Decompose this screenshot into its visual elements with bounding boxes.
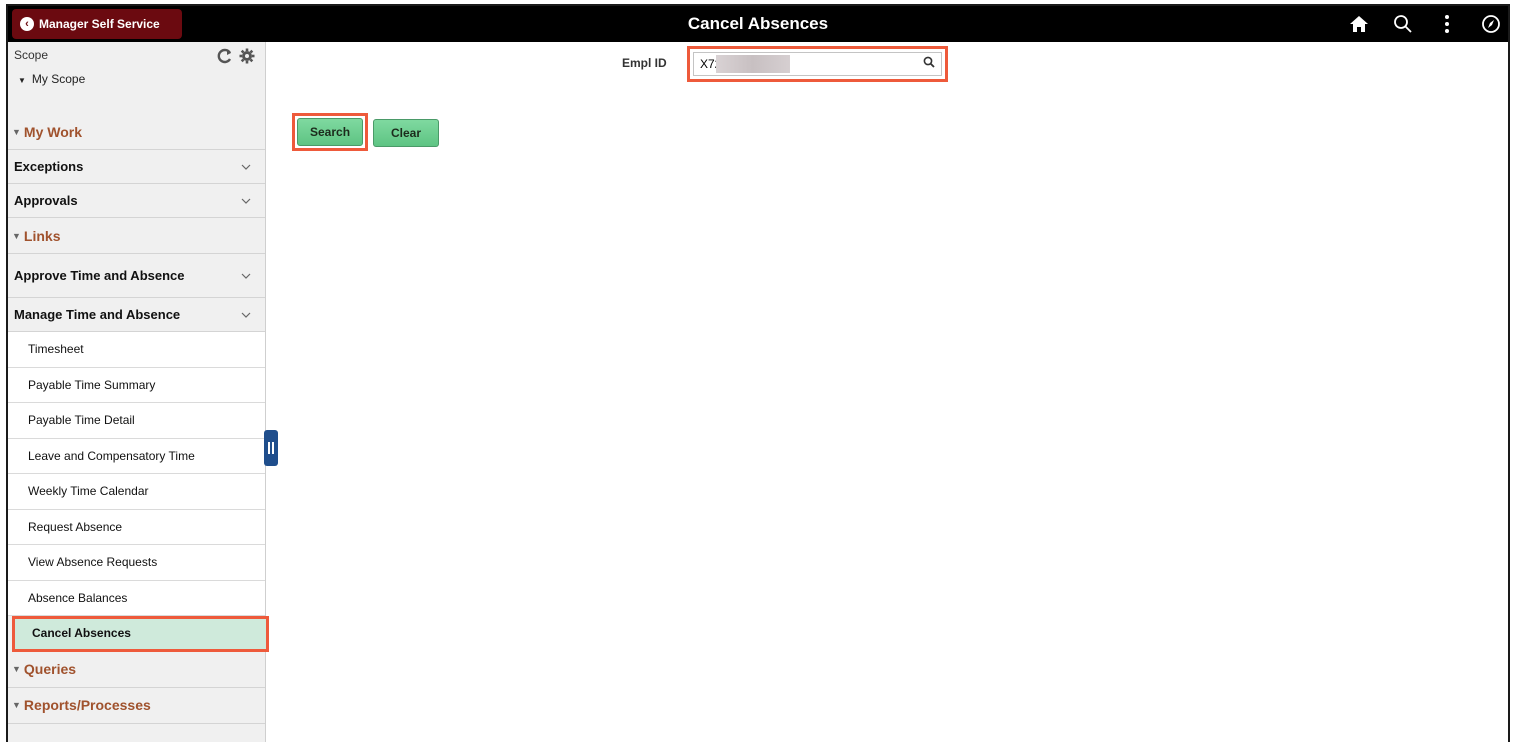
lookup-search-icon[interactable]: [923, 56, 935, 71]
refresh-icon[interactable]: [217, 48, 233, 69]
sidebar-item-payable-time-detail[interactable]: Payable Time Detail: [8, 403, 265, 439]
navbar-compass-icon[interactable]: [1480, 13, 1502, 35]
group-label: Approve Time and Absence: [14, 268, 185, 283]
home-icon[interactable]: [1348, 13, 1370, 35]
triangle-down-icon: ▼: [18, 76, 26, 85]
top-bar: ‹ Manager Self Service Cancel Absences: [8, 6, 1508, 42]
triangle-down-icon: ▼: [12, 664, 21, 674]
group-manage-time-and-absence[interactable]: Manage Time and Absence: [8, 298, 265, 332]
chevron-down-icon: [241, 164, 251, 170]
empl-id-highlight: X72: [687, 46, 948, 82]
back-button-label: Manager Self Service: [39, 17, 160, 31]
back-button[interactable]: ‹ Manager Self Service: [12, 9, 182, 39]
sidebar-item-view-absence-requests[interactable]: View Absence Requests: [8, 545, 265, 581]
sidebar-item-timesheet[interactable]: Timesheet: [8, 332, 265, 368]
scope-tools: [217, 48, 255, 69]
redaction-blur: [716, 55, 790, 73]
section-reports-processes[interactable]: ▼ Reports/Processes: [8, 688, 265, 724]
triangle-down-icon: ▼: [12, 126, 21, 137]
chevron-left-icon: ‹: [20, 17, 34, 31]
group-approve-time-and-absence[interactable]: Approve Time and Absence: [8, 254, 265, 298]
section-title: Queries: [23, 661, 77, 677]
sidebar-item-absence-balances[interactable]: Absence Balances: [8, 580, 265, 616]
group-label: Approvals: [14, 193, 78, 208]
page-title: Cancel Absences: [687, 14, 829, 33]
main-content: Empl ID X72 Search Clear: [267, 42, 1508, 742]
search-highlight: Search: [292, 113, 369, 151]
section-title: My Work: [23, 123, 83, 140]
group-label: Manage Time and Absence: [14, 307, 181, 322]
empl-id-input[interactable]: X72: [693, 52, 942, 76]
group-approvals[interactable]: Approvals: [8, 184, 265, 218]
sidebar: Scope ▼ My Scope ▼ My Work Exceptions Appr…: [8, 42, 269, 742]
search-button[interactable]: Search: [297, 118, 364, 146]
sidebar-item-payable-time-summary[interactable]: Payable Time Summary: [8, 367, 265, 403]
header-actions: [1348, 6, 1502, 42]
empl-id-label: Empl ID: [622, 56, 667, 70]
more-vertical-icon[interactable]: [1436, 13, 1458, 35]
my-scope-label: My Scope: [31, 72, 86, 86]
sidebar-item-weekly-time-calendar[interactable]: Weekly Time Calendar: [8, 474, 265, 510]
triangle-down-icon: ▼: [12, 700, 21, 710]
clear-button[interactable]: Clear: [373, 119, 439, 147]
my-scope-item[interactable]: ▼ My Scope: [14, 72, 259, 86]
group-label: Exceptions: [14, 159, 84, 174]
chevron-down-icon: [241, 198, 251, 204]
scope-panel: Scope ▼ My Scope: [8, 42, 265, 114]
sidebar-item-request-absence[interactable]: Request Absence: [8, 509, 265, 545]
chevron-down-icon: [241, 273, 251, 279]
triangle-down-icon: ▼: [12, 230, 21, 241]
section-title: Reports/Processes: [23, 697, 151, 713]
search-icon[interactable]: [1392, 13, 1414, 35]
sidebar-item-leave-and-compensatory-time[interactable]: Leave and Compensatory Time: [8, 438, 265, 474]
section-queries[interactable]: ▼ Queries: [8, 652, 265, 688]
section-links[interactable]: ▼ Links: [8, 218, 265, 254]
section-my-work[interactable]: ▼ My Work: [8, 114, 265, 150]
gear-icon[interactable]: [239, 48, 255, 69]
chevron-down-icon: [241, 312, 251, 318]
section-title: Links: [23, 227, 61, 244]
group-exceptions[interactable]: Exceptions: [8, 150, 265, 184]
app-window: ‹ Manager Self Service Cancel Absences S…: [6, 4, 1510, 742]
sidebar-item-cancel-absences[interactable]: Cancel Absences: [12, 616, 269, 652]
